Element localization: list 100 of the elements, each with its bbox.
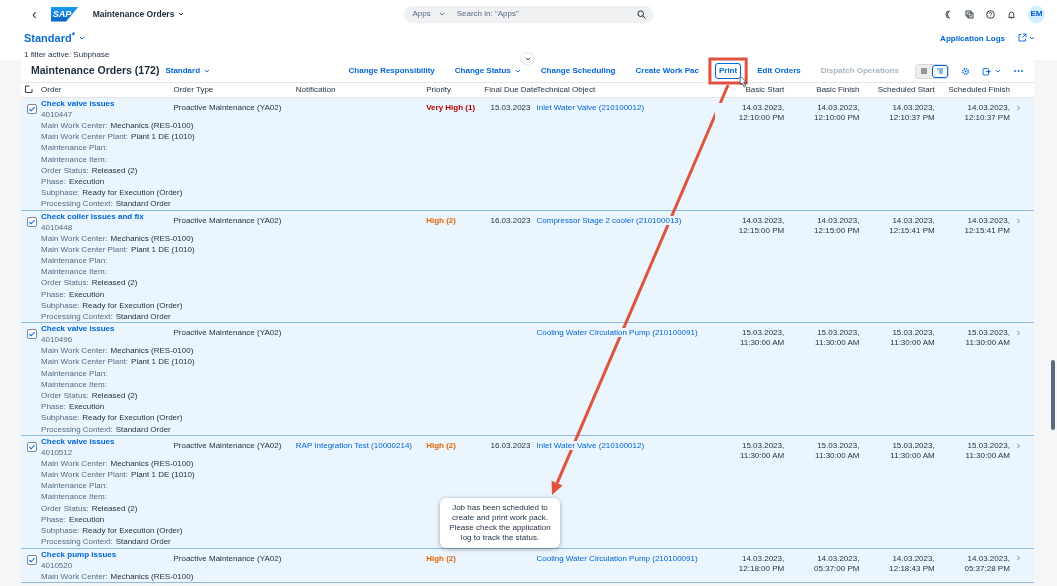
toolbar-button[interactable]: Print xyxy=(714,63,742,79)
detail-value: Mechanics (RES-0100) xyxy=(110,120,194,132)
order-type: Proactive Maintenance (YA02) xyxy=(173,103,282,112)
moon-icon[interactable] xyxy=(944,9,953,19)
detail-value: Mechanics (RES-0100) xyxy=(110,457,194,470)
back-button[interactable]: ‹ xyxy=(30,7,39,21)
detail-value: Execution xyxy=(68,288,105,300)
priority-text: High (2) xyxy=(426,215,456,225)
table-row[interactable] xyxy=(21,210,1034,323)
column-header[interactable]: Priority xyxy=(426,85,452,94)
column-header[interactable]: Scheduled Start xyxy=(877,85,935,94)
menu-button[interactable]: Change Status xyxy=(450,63,525,79)
view-toggle[interactable] xyxy=(932,64,948,78)
scope-dropdown[interactable]: Apps xyxy=(412,8,445,20)
order-type: Proactive Maintenance (YA02) xyxy=(173,553,282,563)
checkbox[interactable] xyxy=(27,329,37,340)
due-date: 16.03.2023 xyxy=(490,440,531,450)
detail-label: Main Work Center: xyxy=(41,232,108,244)
detail-value: Ready for Execution (Order) xyxy=(82,299,183,312)
detail-label: Maintenance Item: xyxy=(41,153,107,165)
detail-label: Order Status: xyxy=(41,277,89,289)
settings-icon[interactable] xyxy=(961,66,970,76)
detail-label: Main Work Center: xyxy=(41,570,108,582)
copy-icon[interactable] xyxy=(965,9,974,19)
column-header[interactable]: Order xyxy=(41,85,62,94)
pointer-cursor-icon xyxy=(739,75,747,88)
toolbar-button[interactable]: Change Responsibility xyxy=(344,63,439,79)
highlight-rectangle xyxy=(708,57,748,85)
tree-view-icon xyxy=(936,67,944,75)
table-variant-menu[interactable]: Standard xyxy=(165,65,211,77)
detail-label: Main Work Center Plant: xyxy=(41,243,129,256)
technical-object-link[interactable]: Inlet Water Valve (210100012) xyxy=(536,103,645,112)
table-row[interactable] xyxy=(21,322,1034,436)
detail-label: Order Status: xyxy=(41,164,89,176)
column-header[interactable]: Basic Finish xyxy=(816,85,860,94)
basic-start: 14.03.2023, 12:10:00 PM xyxy=(715,103,785,123)
column-header[interactable]: Notification xyxy=(295,85,336,94)
caret-icon xyxy=(1029,34,1035,41)
help-icon[interactable] xyxy=(986,9,995,19)
caret-icon xyxy=(995,68,1001,74)
detail-value: Released (2) xyxy=(91,164,138,176)
detail-label: Processing Context: xyxy=(41,311,113,323)
view-toggle[interactable] xyxy=(916,64,932,78)
caret-icon xyxy=(78,35,85,42)
bell-icon[interactable] xyxy=(1007,9,1016,19)
technical-object-link[interactable]: Compressor Stage 2 cooler (210100013) xyxy=(536,215,682,225)
detail-label: Maintenance Plan: xyxy=(41,480,108,492)
detail-label: Subphase: xyxy=(41,187,80,199)
technical-object-link[interactable]: Cooling Water Circulation Pump (210100091) xyxy=(536,553,698,563)
search-field[interactable]: Apps Search in: "Apps" xyxy=(404,5,655,23)
detail-value: Execution xyxy=(68,176,105,188)
order-title-link[interactable]: Check valve issues xyxy=(41,324,115,335)
collapse-header-icon[interactable] xyxy=(524,55,531,62)
more-icon[interactable] xyxy=(1013,68,1024,74)
detail-label: Subphase: xyxy=(41,525,80,537)
detail-label: Processing Context: xyxy=(41,198,113,210)
checkbox[interactable] xyxy=(27,104,37,114)
detail-value: Plant 1 DE (1010) xyxy=(131,356,195,368)
toolbar-button[interactable]: Edit Orders xyxy=(753,63,805,79)
share-menu[interactable] xyxy=(1018,33,1035,42)
detail-label: Main Work Center Plant: xyxy=(41,469,129,481)
export-menu[interactable] xyxy=(982,66,1001,76)
order-title-link[interactable]: Check pump issues xyxy=(41,549,117,560)
technical-object-link[interactable]: Cooling Water Circulation Pump (210100091) xyxy=(536,328,698,338)
table-row[interactable] xyxy=(21,548,1034,583)
scrollbar-thumb[interactable] xyxy=(1051,360,1055,430)
order-title-link[interactable]: Check valve issues xyxy=(41,99,115,109)
detail-value: Plant 1 DE (1010) xyxy=(131,243,195,256)
column-header[interactable]: Technical Object xyxy=(536,85,596,94)
column-header[interactable]: Scheduled Finish xyxy=(948,85,1010,94)
priority-text: High (2) xyxy=(426,553,456,563)
notification-link[interactable]: RAP Integration Test (10000214) xyxy=(295,440,413,450)
select-all-icon[interactable] xyxy=(24,85,33,95)
search-icon[interactable] xyxy=(637,9,647,19)
detail-label: Processing Context: xyxy=(41,423,113,435)
checkbox[interactable] xyxy=(27,554,37,565)
detail-label: Maintenance Plan: xyxy=(41,142,108,154)
detail-label: Maintenance Item: xyxy=(41,378,107,391)
column-header[interactable]: Order Type xyxy=(173,85,214,94)
variant-menu[interactable]: Standard$^{*}$ xyxy=(24,30,85,47)
technical-object-link[interactable]: Inlet Water Valve (210100012) xyxy=(536,440,645,450)
order-type: Proactive Maintenance (YA02) xyxy=(173,215,282,225)
table-row[interactable] xyxy=(21,435,1034,548)
user-avatar[interactable]: EM xyxy=(1028,5,1045,23)
detail-label: Phase: xyxy=(41,176,66,188)
checkbox[interactable] xyxy=(27,441,37,452)
column-header[interactable]: Basic Start xyxy=(745,85,785,94)
toolbar-button[interactable]: Change Scheduling xyxy=(536,63,620,79)
detail-value: Mechanics (RES-0100) xyxy=(110,570,194,582)
toolbar-button[interactable]: Create Work Pac xyxy=(631,63,703,79)
caret-icon xyxy=(204,68,211,74)
detail-value: Mechanics (RES-0100) xyxy=(110,345,194,357)
checkbox[interactable] xyxy=(27,216,37,227)
detail-value: Execution xyxy=(68,513,105,526)
detail-value: Ready for Execution (Order) xyxy=(82,412,183,424)
order-title-link[interactable]: Check valve issues xyxy=(41,436,115,447)
application-logs-link[interactable]: Application Logs xyxy=(940,33,1005,45)
order-title-link[interactable]: Check coller issues and fix xyxy=(41,211,144,222)
app-title-menu[interactable]: Maintenance Orders xyxy=(92,7,185,21)
caret-icon xyxy=(438,11,445,17)
